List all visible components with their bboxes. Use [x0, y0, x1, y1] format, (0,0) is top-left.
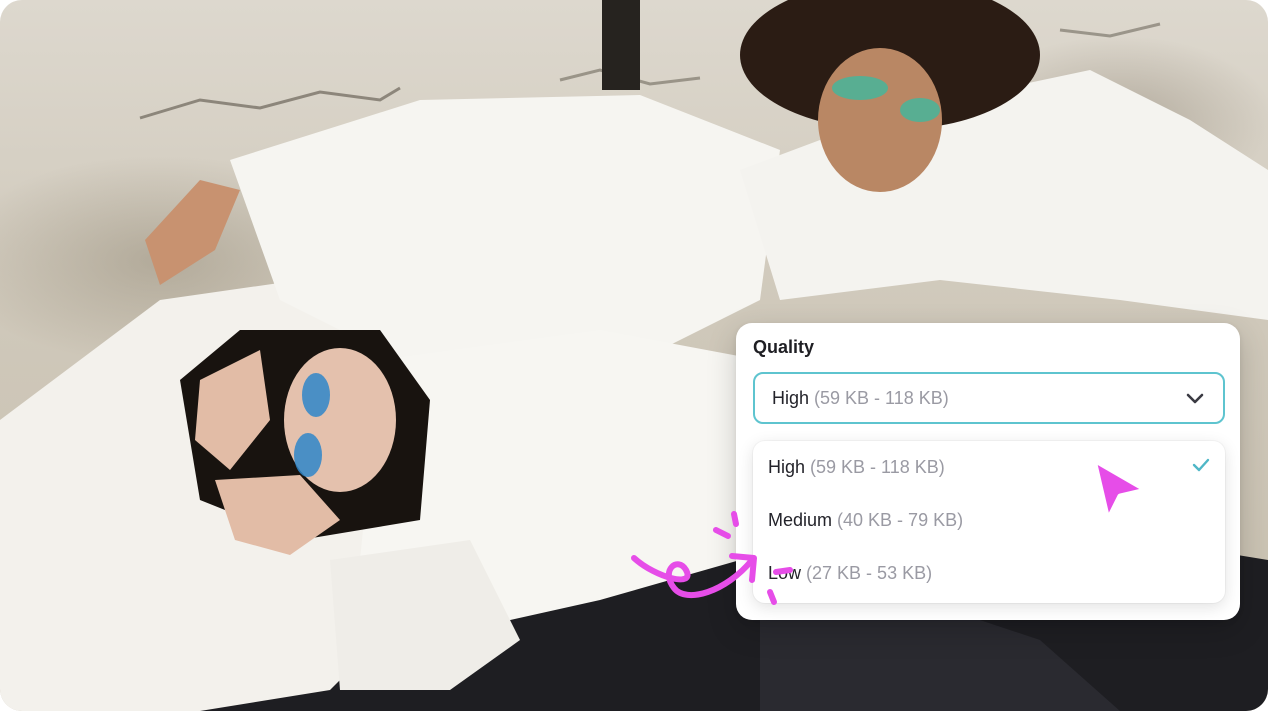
quality-option-high[interactable]: High (59 KB - 118 KB): [753, 441, 1225, 493]
option-text: Medium (40 KB - 79 KB): [768, 510, 963, 531]
quality-label: Quality: [753, 337, 815, 357]
option-name: High: [768, 456, 806, 477]
selected-quality-text: High (59 KB - 118 KB): [772, 388, 949, 409]
quality-select[interactable]: High (59 KB - 118 KB): [753, 372, 1225, 424]
pointer-cursor-icon: [1091, 457, 1149, 523]
option-size: (40 KB - 79 KB): [837, 509, 964, 530]
checkmark-icon: [1192, 458, 1210, 472]
selected-quality-size: (59 KB - 118 KB): [814, 387, 949, 408]
screenshot-frame: Quality High (59 KB - 118 KB) High (59 KB …: [0, 0, 1268, 711]
option-size: (27 KB - 53 KB): [806, 562, 933, 583]
option-size: (59 KB - 118 KB): [810, 456, 945, 477]
chevron-down-icon[interactable]: [1185, 390, 1205, 406]
quality-option-medium[interactable]: Medium (40 KB - 79 KB): [753, 494, 1225, 546]
quality-options-list: High (59 KB - 118 KB) Medium (40 KB - 79 K…: [753, 441, 1225, 603]
option-text: High (59 KB - 118 KB): [768, 457, 945, 478]
quality-option-low[interactable]: Low (27 KB - 53 KB): [753, 547, 1225, 599]
quality-dropdown-panel: Quality High (59 KB - 118 KB) High (59 KB …: [736, 323, 1240, 620]
selected-quality-name: High: [772, 387, 810, 408]
squiggle-arrow-icon: [631, 511, 793, 605]
